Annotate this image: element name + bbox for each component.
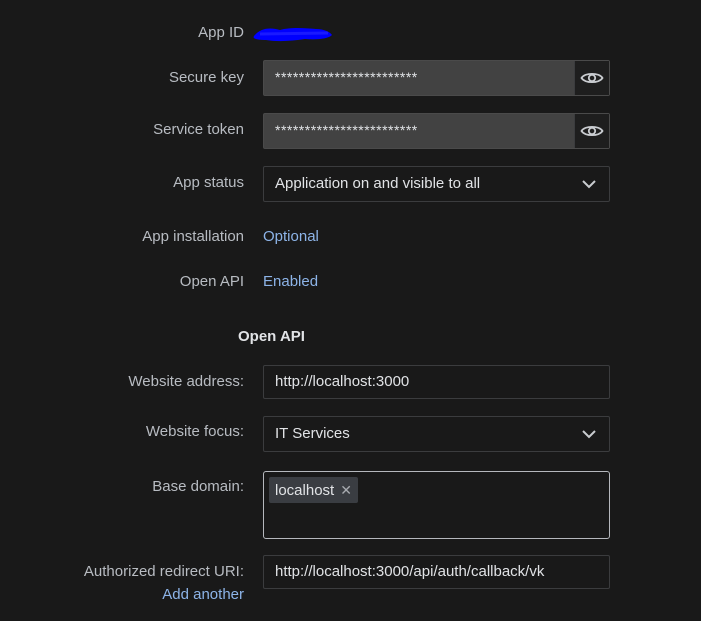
secure-key-field: ************************ — [263, 60, 610, 96]
website-focus-value: IT Services — [275, 425, 350, 442]
base-domain-input[interactable]: localhost ✕ — [263, 471, 610, 539]
secure-key-value: ************************ — [275, 69, 418, 85]
app-installation-link[interactable]: Optional — [263, 228, 319, 245]
open-api-link[interactable]: Enabled — [263, 273, 318, 290]
chevron-down-icon — [582, 180, 596, 189]
service-token-value: ************************ — [275, 122, 418, 138]
app-status-value: Application on and visible to all — [275, 175, 481, 192]
website-address-label: Website address: — [128, 373, 244, 390]
service-token-field: ************************ — [263, 113, 610, 149]
website-address-input[interactable]: http://localhost:3000 — [263, 365, 610, 399]
redirect-uri-input[interactable]: http://localhost:3000/api/auth/callback/… — [263, 555, 610, 589]
website-focus-select[interactable]: IT Services — [263, 416, 610, 452]
chevron-down-icon — [582, 430, 596, 439]
website-focus-label: Website focus: — [145, 423, 244, 440]
add-another-link[interactable]: Add another — [162, 586, 244, 603]
redirect-uri-label: Authorized redirect URI: — [83, 563, 244, 580]
open-api-section-title: Open API — [238, 328, 305, 345]
secure-key-label: Secure key — [168, 69, 244, 86]
service-token-label: Service token — [153, 121, 244, 138]
app-id-redaction — [253, 28, 332, 42]
app-installation-label: App installation — [142, 228, 244, 245]
eye-icon — [580, 125, 604, 137]
app-id-label: App ID — [198, 24, 244, 41]
service-token-reveal-button[interactable] — [574, 114, 609, 148]
close-icon[interactable]: ✕ — [340, 482, 352, 499]
base-domain-tag: localhost ✕ — [269, 477, 358, 503]
base-domain-tag-text: localhost — [275, 481, 335, 499]
redirect-uri-value: http://localhost:3000/api/auth/callback/… — [275, 563, 545, 580]
base-domain-label: Base domain: — [152, 478, 244, 495]
open-api-label: Open API — [179, 273, 244, 290]
app-status-label: App status — [173, 174, 244, 191]
website-address-value: http://localhost:3000 — [275, 373, 410, 390]
eye-icon — [580, 72, 604, 84]
app-settings-page: App ID Secure key **********************… — [0, 0, 701, 621]
secure-key-reveal-button[interactable] — [574, 61, 609, 95]
app-status-select[interactable]: Application on and visible to all — [263, 166, 610, 202]
